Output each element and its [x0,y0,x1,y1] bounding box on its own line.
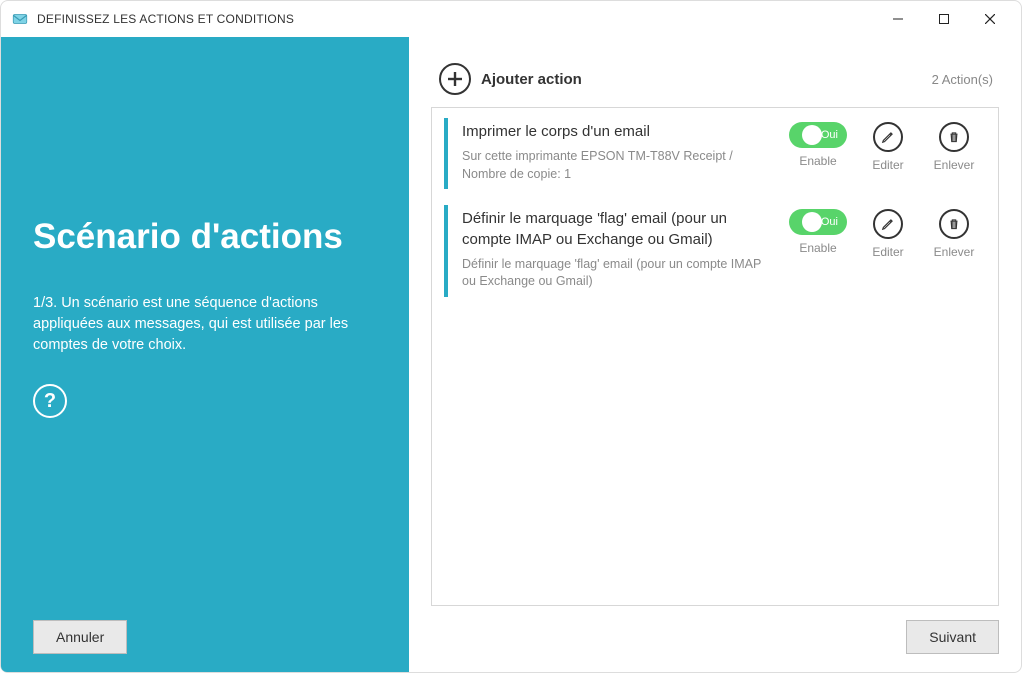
toggle-knob [802,125,822,145]
edit-label: Editer [872,245,903,259]
remove-label: Enlever [934,158,975,172]
next-button[interactable]: Suivant [906,620,999,654]
action-card: Imprimer le corps d'un email Sur cette i… [444,118,986,189]
actions-header: Ajouter action 2 Action(s) [439,63,993,95]
cancel-button[interactable]: Annuler [33,620,127,654]
window-close-button[interactable] [967,3,1013,35]
remove-button[interactable] [939,122,969,152]
remove-button[interactable] [939,209,969,239]
action-card: Définir le marquage 'flag' email (pour u… [444,205,986,297]
edit-button[interactable] [873,122,903,152]
pencil-icon [881,130,895,144]
add-action-label: Ajouter action [481,71,582,88]
enable-toggle[interactable]: Oui [789,209,847,235]
plus-icon [447,71,463,87]
action-description: Sur cette imprimante EPSON TM-T88V Recei… [462,148,776,183]
toggle-on-text: Oui [821,216,838,228]
pencil-icon [881,217,895,231]
trash-icon [947,217,961,231]
enable-toggle[interactable]: Oui [789,122,847,148]
enable-label: Enable [799,154,836,168]
footer: Suivant [431,606,999,654]
sidebar-description: 1/3. Un scénario est une séquence d'acti… [33,293,377,356]
edit-label: Editer [872,158,903,172]
actions-list: Imprimer le corps d'un email Sur cette i… [431,107,999,606]
remove-label: Enlever [934,245,975,259]
action-title: Imprimer le corps d'un email [462,122,776,142]
content: Scénario d'actions 1/3. Un scénario est … [1,37,1021,672]
help-button[interactable]: ? [33,384,67,418]
enable-label: Enable [799,241,836,255]
sidebar: Scénario d'actions 1/3. Un scénario est … [1,37,409,672]
edit-button[interactable] [873,209,903,239]
sidebar-heading: Scénario d'actions [33,217,377,257]
action-description: Définir le marquage 'flag' email (pour u… [462,256,776,291]
titlebar: DEFINISSEZ LES ACTIONS ET CONDITIONS [1,1,1021,37]
window-maximize-button[interactable] [921,3,967,35]
main-panel: Ajouter action 2 Action(s) Imprimer le c… [409,37,1021,672]
window-minimize-button[interactable] [875,3,921,35]
action-count: 2 Action(s) [932,72,993,87]
toggle-knob [802,212,822,232]
trash-icon [947,130,961,144]
app-icon [11,10,29,28]
add-action-button[interactable] [439,63,471,95]
window-title: DEFINISSEZ LES ACTIONS ET CONDITIONS [37,12,294,26]
toggle-on-text: Oui [821,129,838,141]
help-icon: ? [44,390,56,413]
action-title: Définir le marquage 'flag' email (pour u… [462,209,776,250]
